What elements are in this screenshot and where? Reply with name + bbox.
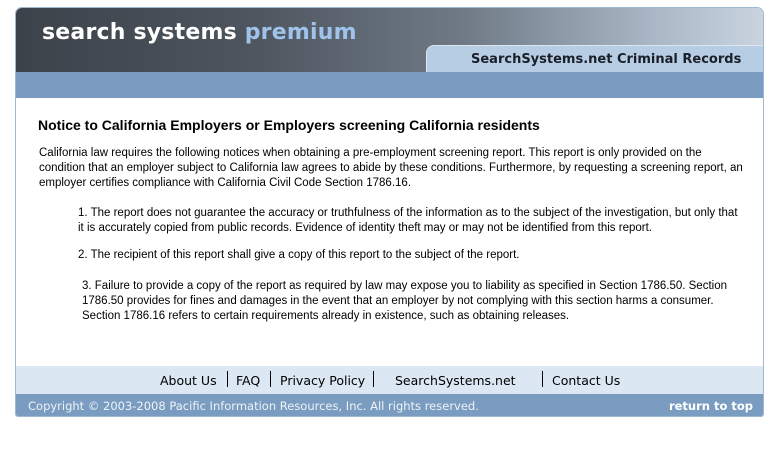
header-accent-bar (16, 72, 763, 98)
notice-item-3: 3. Failure to provide a copy of the repo… (82, 280, 727, 322)
return-to-top-link[interactable]: return to top (669, 399, 753, 413)
footer-link-searchsystems[interactable]: SearchSystems.net (395, 373, 516, 388)
footer-link-faq[interactable]: FAQ (236, 373, 260, 388)
site-header: search systems premium SearchSystems.net… (16, 8, 763, 72)
footer-link-about-us[interactable]: About Us (160, 373, 217, 388)
notice-intro: California law requires the following no… (39, 147, 743, 189)
notice-item-1: 1. The report does not guarantee the acc… (78, 207, 738, 234)
logo-text-premium: premium (244, 20, 357, 45)
site-logo[interactable]: search systems premium (42, 20, 357, 45)
logo-text-main: search systems (42, 20, 237, 45)
footer-separator (542, 371, 543, 387)
footer-separator (227, 371, 228, 387)
notice-heading: Notice to California Employers or Employ… (38, 117, 540, 133)
copyright-text: Copyright © 2003-2008 Pacific Informatio… (28, 399, 479, 413)
footer-separator (270, 371, 271, 387)
footer-link-contact-us[interactable]: Contact Us (552, 373, 620, 388)
footer-bar: Copyright © 2003-2008 Pacific Informatio… (16, 394, 763, 416)
section-tab-label: SearchSystems.net Criminal Records (471, 52, 742, 67)
footer-nav: About Us FAQ Privacy Policy SearchSystem… (16, 366, 763, 394)
footer-link-privacy-policy[interactable]: Privacy Policy (280, 373, 365, 388)
section-tab: SearchSystems.net Criminal Records (426, 45, 763, 72)
notice-item-2: 2. The recipient of this report shall gi… (78, 249, 520, 261)
footer-separator (373, 371, 374, 387)
main-content: Notice to California Employers or Employ… (16, 98, 763, 366)
page-frame: search systems premium SearchSystems.net… (15, 7, 764, 417)
